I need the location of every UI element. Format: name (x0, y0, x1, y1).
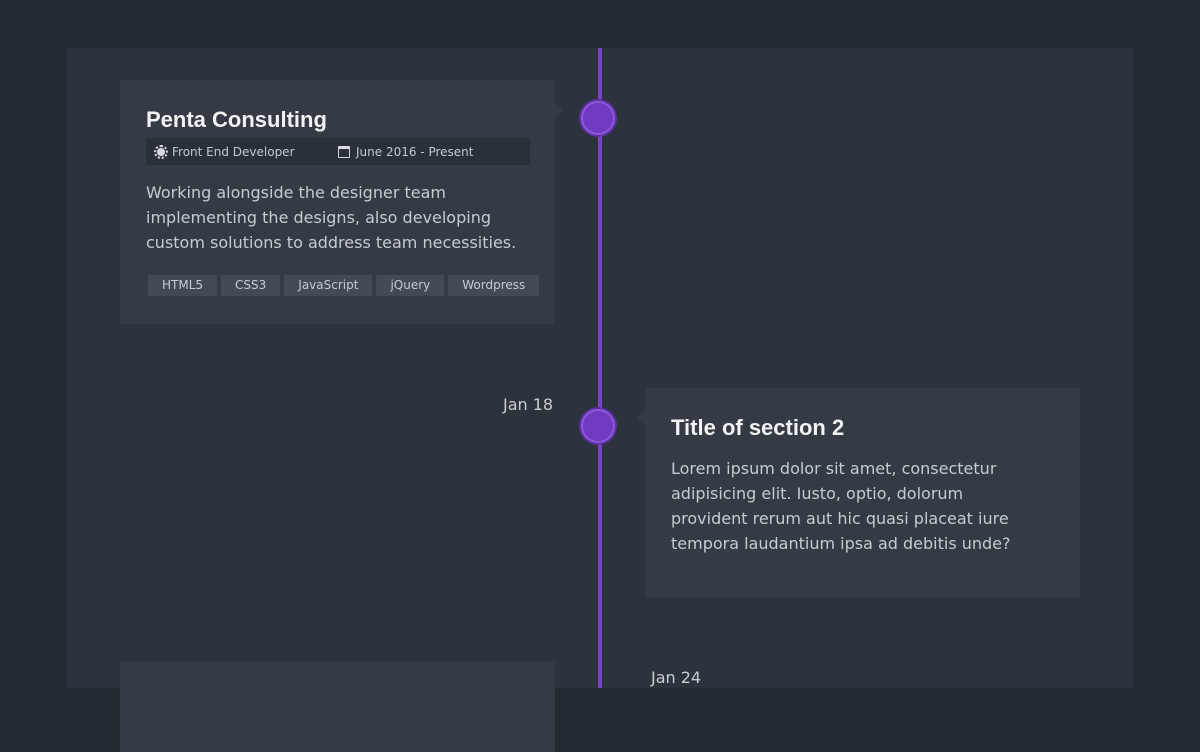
job-role-label: Front End Developer (172, 144, 295, 159)
timeline-card-next (120, 662, 555, 752)
skill-tags: HTML5 CSS3 JavaScript jQuery Wordpress (148, 275, 540, 296)
company-title: Penta Consulting (146, 107, 327, 132)
job-meta-bar: Front End Developer June 2016 - Present (146, 138, 530, 165)
timeline-marker-2 (581, 409, 615, 443)
job-period-label: June 2016 - Present (356, 144, 474, 159)
tag-wordpress: Wordpress (448, 275, 540, 296)
tag-css3: CSS3 (221, 275, 281, 296)
job-description: Working alongside the designer team impl… (146, 183, 517, 252)
tag-javascript: JavaScript (284, 275, 373, 296)
calendar-icon (338, 145, 350, 158)
job-role: Front End Developer (154, 144, 295, 159)
timeline-marker-1 (581, 101, 615, 135)
timeline-card-section-2: Title of section 2 Lorem ipsum dolor sit… (637, 388, 1080, 598)
tag-html5: HTML5 (148, 275, 218, 296)
timeline-date-jan-18: Jan 18 (503, 395, 554, 414)
timeline-date-jan-24: Jan 24 (651, 668, 702, 687)
timeline-card-penta-consulting: Penta Consulting Front End Developer Jun… (120, 80, 563, 324)
job-period: June 2016 - Present (338, 145, 473, 159)
timeline-line (598, 48, 602, 688)
cog-icon (154, 144, 168, 159)
timeline-container: Penta Consulting Front End Developer Jun… (67, 48, 1133, 752)
tag-jquery: jQuery (376, 275, 445, 296)
section-text: Lorem ipsum dolor sit amet, consectetur … (671, 459, 1011, 553)
section-title: Title of section 2 (671, 415, 845, 440)
